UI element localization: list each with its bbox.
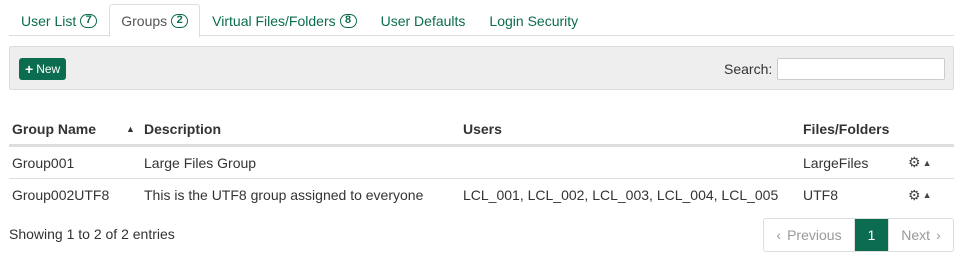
cell-files-folders: LargeFiles [803, 154, 869, 171]
table-row[interactable]: Group002UTF8 This is the UTF8 group assi… [9, 179, 954, 211]
plus-icon: + [25, 61, 34, 77]
tab-label: Virtual Files/Folders [212, 12, 336, 29]
column-header-group-name[interactable]: Group Name ▲ [9, 121, 141, 137]
search-label: Search: [724, 61, 773, 77]
count-badge: 8 [339, 13, 357, 28]
previous-label: Previous [787, 227, 842, 243]
tab-label: Groups [121, 13, 168, 29]
caret-up-icon[interactable]: ▲ [923, 158, 932, 168]
next-page-button[interactable]: Next › [888, 219, 953, 251]
table-row[interactable]: Group001 Large Files Group LargeFiles ⚙ … [9, 147, 954, 179]
row-actions: ⚙ ▲ [906, 154, 954, 171]
chevron-right-icon: › [936, 227, 941, 243]
row-actions: ⚙ ▲ [906, 187, 954, 204]
tab-virtual-files-folders[interactable]: Virtual Files/Folders 8 [200, 4, 368, 36]
tab-user-defaults[interactable]: User Defaults [369, 4, 478, 36]
column-header-description[interactable]: Description [141, 121, 460, 137]
tab-label: User Defaults [380, 12, 466, 29]
table-header: Group Name ▲ Description Users Files/Fol… [9, 114, 954, 147]
gear-icon[interactable]: ⚙ [908, 187, 921, 204]
new-button[interactable]: + New [19, 58, 67, 80]
gear-icon[interactable]: ⚙ [908, 154, 921, 171]
count-badge: 2 [171, 14, 189, 28]
tab-user-list[interactable]: User List 7 [9, 4, 109, 36]
next-label: Next [901, 227, 931, 243]
toolbar: + New Search: [9, 46, 954, 90]
column-header-files-folders[interactable]: Files/Folders [800, 121, 906, 137]
column-header-users[interactable]: Users [460, 121, 800, 137]
table-info: Showing 1 to 2 of 2 entries [9, 226, 175, 242]
tab-bar: User List 7 Groups 2 Virtual Files/Folde… [9, 4, 954, 37]
cell-description: This is the UTF8 group assigned to every… [144, 187, 424, 203]
cell-group-name: Group001 [12, 154, 75, 171]
count-badge: 7 [80, 13, 98, 28]
tab-groups[interactable]: Groups 2 [109, 4, 201, 37]
tab-login-security[interactable]: Login Security [477, 4, 590, 36]
tab-label: Login Security [489, 12, 579, 29]
new-button-label: New [36, 62, 61, 76]
search-input[interactable] [777, 58, 945, 80]
groups-table: Group Name ▲ Description Users Files/Fol… [9, 114, 954, 211]
cell-users: LCL_001, LCL_002, LCL_003, LCL_004, LCL_… [463, 187, 779, 203]
sort-asc-icon: ▲ [126, 124, 135, 134]
previous-page-button[interactable]: ‹ Previous [764, 219, 855, 251]
caret-up-icon[interactable]: ▲ [923, 190, 932, 200]
column-header-label: Group Name [12, 121, 97, 137]
tab-label: User List [21, 12, 77, 29]
chevron-left-icon: ‹ [776, 227, 782, 243]
pagination: ‹ Previous 1 Next › [763, 218, 954, 252]
cell-files-folders: UTF8 [803, 187, 838, 203]
cell-description: Large Files Group [144, 154, 257, 171]
cell-group-name: Group002UTF8 [12, 187, 110, 203]
page-button-current[interactable]: 1 [855, 219, 888, 251]
